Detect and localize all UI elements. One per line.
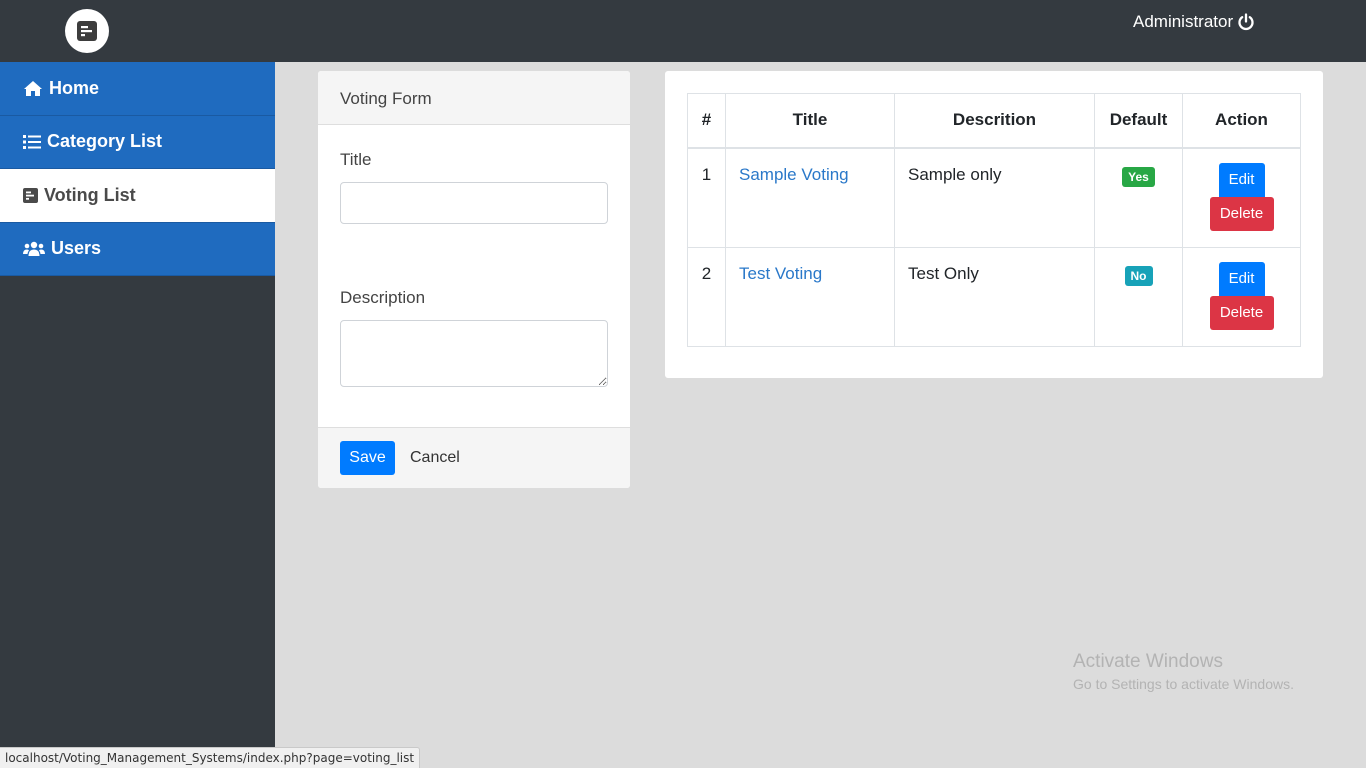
power-icon[interactable] <box>1237 13 1255 31</box>
table-header-row: # Title Descrition Default Action <box>687 93 1301 149</box>
delete-button[interactable]: Delete <box>1209 196 1274 231</box>
sidebar-item-label: Home <box>49 77 100 98</box>
save-button[interactable]: Save <box>340 441 395 475</box>
voting-title-link[interactable]: Test Voting <box>739 264 822 283</box>
home-icon <box>24 80 42 96</box>
default-badge: No <box>1124 265 1153 286</box>
row-number: 2 <box>687 246 726 347</box>
sidebar: Home Category List Voting List Users <box>0 62 275 768</box>
column-header-default: Default <box>1094 93 1183 149</box>
voting-list-card: # Title Descrition Default Action 1 Samp… <box>665 71 1323 378</box>
column-header-title: Title <box>725 93 895 149</box>
sidebar-item-label: Category List <box>47 131 163 152</box>
default-badge: Yes <box>1122 166 1155 187</box>
list-icon <box>23 134 41 149</box>
delete-button[interactable]: Delete <box>1209 295 1274 330</box>
row-description: Test Only <box>894 246 1095 347</box>
form-footer: Save Cancel <box>318 427 630 488</box>
title-input[interactable] <box>340 182 608 224</box>
title-label: Title <box>340 150 372 169</box>
table-row: 1 Sample Voting Sample only Yes Edit Del… <box>687 147 1301 248</box>
sidebar-item-label: Users <box>51 238 102 259</box>
column-header-action: Action <box>1182 93 1301 149</box>
voting-table: # Title Descrition Default Action 1 Samp… <box>687 93 1301 347</box>
top-navbar: Administrator <box>0 0 1366 62</box>
card-title: Voting Form <box>318 71 630 125</box>
sidebar-item-voting-list[interactable]: Voting List <box>0 169 275 223</box>
windows-activation-watermark: Activate Windows Go to Settings to activ… <box>1073 651 1294 692</box>
poll-h-icon <box>23 187 38 203</box>
voting-form-card: Voting Form Title Description Save Cance… <box>318 71 630 488</box>
cancel-button[interactable]: Cancel <box>410 441 460 475</box>
browser-status-url: localhost/Voting_Management_Systems/inde… <box>0 747 421 768</box>
description-textarea[interactable] <box>340 320 608 387</box>
sidebar-item-category-list[interactable]: Category List <box>0 115 275 169</box>
poll-h-icon <box>77 21 97 41</box>
sidebar-item-label: Voting List <box>44 184 136 205</box>
row-number: 1 <box>687 147 726 248</box>
description-label: Description <box>340 288 426 307</box>
edit-button[interactable]: Edit <box>1218 162 1265 197</box>
edit-button[interactable]: Edit <box>1218 261 1265 296</box>
user-menu[interactable]: Administrator <box>1133 12 1255 32</box>
column-header-number: # <box>687 93 726 149</box>
watermark-title: Activate Windows <box>1073 651 1223 672</box>
user-name: Administrator <box>1133 12 1234 31</box>
users-icon <box>23 241 45 256</box>
table-row: 2 Test Voting Test Only No Edit Delete <box>687 246 1301 347</box>
voting-title-link[interactable]: Sample Voting <box>739 165 849 184</box>
watermark-subtitle: Go to Settings to activate Windows. <box>1073 676 1294 692</box>
row-description: Sample only <box>894 147 1095 248</box>
column-header-description: Descrition <box>894 93 1095 149</box>
app-logo[interactable] <box>65 9 109 53</box>
sidebar-item-home[interactable]: Home <box>0 62 275 116</box>
sidebar-item-users[interactable]: Users <box>0 222 275 276</box>
